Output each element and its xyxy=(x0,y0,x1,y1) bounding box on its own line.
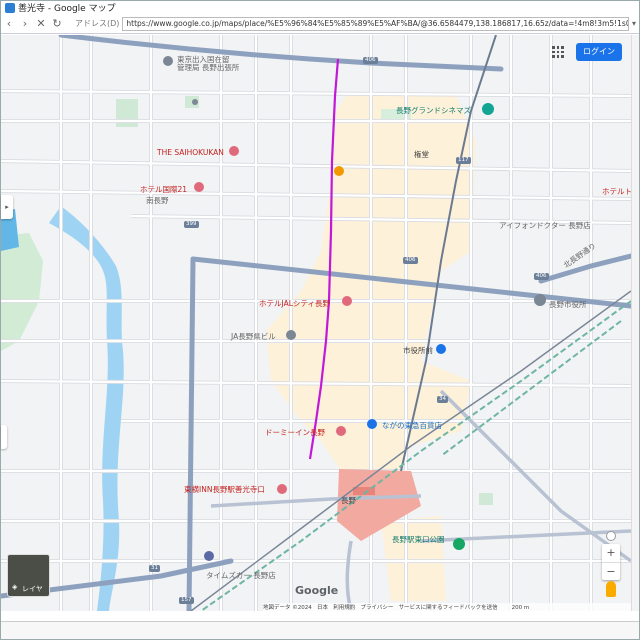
terms-link[interactable]: 利用規約 xyxy=(333,605,355,611)
vertical-scrollbar[interactable] xyxy=(631,35,639,611)
poi-hotelre-label[interactable]: ホテルトレ xyxy=(602,186,631,197)
feedback-link[interactable]: サービスに関するフィードバックを送信 xyxy=(399,605,498,611)
toolbar: ‹ › ✕ ↻ アドレス(D) https://www.google.co.jp… xyxy=(1,14,639,34)
back-icon[interactable]: ‹ xyxy=(1,17,17,30)
browser-window: 善光寺 - Google マップ ‹ › ✕ ↻ アドレス(D) https:/… xyxy=(0,0,640,640)
route-shield: 117 xyxy=(456,157,471,164)
route-shield: 406 xyxy=(534,273,549,280)
title-bar: 善光寺 - Google マップ xyxy=(1,1,639,14)
poi-ja-building-label[interactable]: JA長野県ビル xyxy=(231,331,276,342)
region-link[interactable]: 日本 xyxy=(317,605,328,611)
login-button[interactable]: ログイン xyxy=(576,43,622,61)
google-logo: Google xyxy=(295,584,339,597)
station-nagano-label[interactable]: 長野 xyxy=(341,495,356,506)
address-dropdown-icon[interactable]: ▾ xyxy=(629,19,639,28)
zoom-out-button[interactable]: − xyxy=(602,562,620,580)
apps-grid-icon[interactable] xyxy=(552,46,564,58)
poi-nakano-tokyu-label[interactable]: ながの東急百貨店 xyxy=(382,420,442,431)
map-svg xyxy=(1,35,631,611)
route-shield: 406 xyxy=(363,57,378,64)
area-minaminagano-label: 南長野 xyxy=(146,196,169,205)
layers-button[interactable]: ◈ レイヤ xyxy=(7,554,50,597)
route-shield: 157 xyxy=(179,597,194,604)
route-shield: 34 xyxy=(437,396,448,403)
poi-hotel21-label[interactable]: ホテル国際21 xyxy=(140,184,187,195)
poi-times-car-label[interactable]: タイムズカー 長野店 xyxy=(206,570,276,581)
reload-icon[interactable]: ↻ xyxy=(49,17,65,30)
route-shield: 406 xyxy=(403,257,418,264)
poi-hotel-jal-label[interactable]: ホテルJALシティ長野 xyxy=(259,298,330,309)
route-shield: 399 xyxy=(184,221,199,228)
forward-icon[interactable]: › xyxy=(17,17,33,30)
side-tab-lower[interactable] xyxy=(1,425,7,449)
app-icon xyxy=(5,2,15,13)
poi-saihokukan-label[interactable]: THE SAIHOKUKAN xyxy=(157,148,224,157)
layers-icon: ◈ xyxy=(12,583,18,591)
compass-icon[interactable] xyxy=(606,531,616,541)
area-gonodo-label: 権堂 xyxy=(414,150,429,159)
station-city-hall-label[interactable]: 市役所前 xyxy=(403,345,433,356)
zoom-control: + − xyxy=(602,544,620,580)
address-bar[interactable]: https://www.google.co.jp/maps/place/%E5%… xyxy=(122,16,629,31)
map-footer: 地図データ ©2024 日本 利用規約 プライバシー サービスに関するフィードバ… xyxy=(263,603,631,611)
poi-nagano-city-label[interactable]: 長野市役所 xyxy=(549,299,587,310)
map-canvas[interactable]: 東京出入国在留 管理局 長野出張所 長野グランドシネマズ THE SAIHOKU… xyxy=(1,35,631,611)
layers-label: レイヤ xyxy=(22,585,43,593)
route-shield: 31 xyxy=(149,565,160,572)
poi-ifondocta-label[interactable]: アイフォンドクター 長野店 xyxy=(499,220,591,231)
poi-toyoko-label[interactable]: 東横INN長野駅善光寺口 xyxy=(184,484,265,495)
poi-dormy-label[interactable]: ドーミーイン長野 xyxy=(265,427,325,438)
zoom-in-button[interactable]: + xyxy=(602,544,620,562)
address-label: アドレス(D) xyxy=(75,19,120,28)
pegman-icon[interactable] xyxy=(606,581,616,597)
map-data-credit: 地図データ ©2024 xyxy=(263,605,312,611)
poi-immigration-label-2[interactable]: 管理局 長野出張所 xyxy=(177,62,239,73)
privacy-link[interactable]: プライバシー xyxy=(361,605,394,611)
scale-label[interactable]: 200 m xyxy=(512,605,530,611)
status-bar xyxy=(1,621,639,639)
close-icon[interactable]: ✕ xyxy=(33,17,49,30)
poi-cinema-label[interactable]: 長野グランドシネマズ xyxy=(396,105,471,116)
side-panel-toggle[interactable]: ▸ xyxy=(1,195,13,219)
window-title: 善光寺 - Google マップ xyxy=(18,4,116,14)
poi-east-park-label[interactable]: 長野駅東口公園 xyxy=(392,534,445,545)
